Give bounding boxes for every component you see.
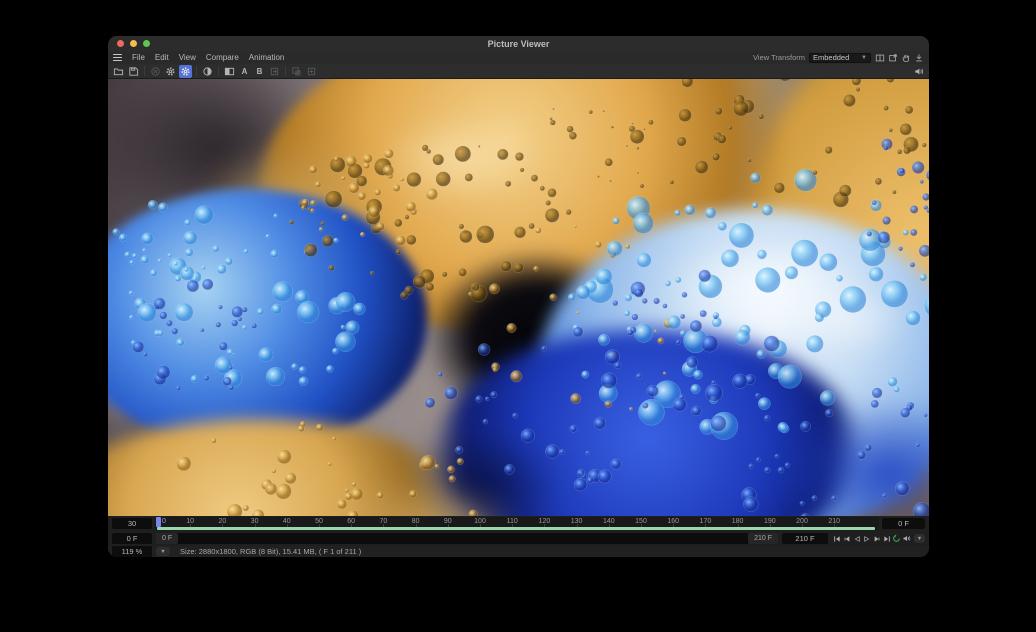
next-frame-button[interactable] [872, 533, 881, 544]
title-bar[interactable]: Picture Viewer [108, 36, 929, 51]
range-row: 0 F 0 F 210 F 210 F ▼ [108, 531, 929, 546]
previous-frame-button[interactable] [842, 533, 851, 544]
image-info-text: Size: 2880x1800, RGB (8 Bit), 15.41 MB, … [180, 547, 361, 556]
a-image-button[interactable]: A [238, 65, 251, 78]
go-to-end-button[interactable] [882, 533, 891, 544]
menu-file[interactable]: File [132, 53, 145, 62]
frame-range-slider[interactable]: 0 F 210 F [156, 533, 778, 544]
timeline-row: 30 1020304050607080901001101201301401501… [108, 516, 929, 531]
hamburger-menu-icon[interactable] [113, 54, 122, 61]
timeline-left-field[interactable]: 30 [112, 518, 152, 529]
status-bar: 119 % ▼ Size: 2880x1800, RGB (8 Bit), 15… [108, 546, 929, 557]
cached-frames-bar [157, 527, 875, 530]
split-view-icon[interactable] [875, 53, 885, 63]
chevron-down-icon: ▼ [861, 55, 867, 61]
sound-icon[interactable] [912, 65, 925, 78]
b-image-button[interactable]: B [253, 65, 266, 78]
go-to-start-button[interactable] [832, 533, 841, 544]
picture-viewer-window: Picture Viewer File Edit View Compare An… [108, 36, 929, 557]
view-transform-value: Embedded [813, 53, 849, 62]
open-new-window-icon[interactable] [888, 53, 898, 63]
menu-animation[interactable]: Animation [249, 53, 285, 62]
play-backwards-button[interactable] [852, 533, 861, 544]
timeline-track[interactable]: 1020304050607080901001101201301401501601… [155, 517, 879, 530]
ab-compare-icon[interactable] [223, 65, 236, 78]
playhead-marker[interactable] [156, 517, 161, 527]
range-start-handle[interactable]: 0 F [156, 533, 178, 544]
copy-button-disabled [290, 65, 303, 78]
save-file-button[interactable] [127, 65, 140, 78]
menu-bar: File Edit View Compare Animation View Tr… [108, 51, 929, 64]
pan-hand-icon[interactable] [901, 53, 911, 63]
view-transform-label: View Transform [753, 53, 805, 62]
dock-panel-icon[interactable] [914, 53, 924, 63]
zoom-dropdown-button[interactable]: ▼ [156, 547, 170, 556]
filter-settings-gear-icon[interactable] [179, 65, 192, 78]
playhead-frame-label: 0 [162, 518, 166, 525]
zoom-level-field[interactable]: 119 % [112, 546, 152, 557]
artwork-bubbles [108, 79, 929, 516]
paste-button-disabled [305, 65, 318, 78]
transport-controls: ▼ [832, 533, 925, 544]
reload-button-disabled [149, 65, 162, 78]
range-end-field[interactable]: 210 F [782, 533, 828, 544]
playback-options-dropdown[interactable]: ▼ [914, 534, 925, 543]
view-transform-dropdown[interactable]: Embedded ▼ [809, 53, 871, 63]
sound-toggle-button[interactable] [902, 533, 911, 544]
play-forwards-button[interactable] [862, 533, 871, 544]
rendered-image-viewport[interactable] [108, 79, 929, 516]
range-start-field[interactable]: 0 F [112, 533, 152, 544]
menu-compare[interactable]: Compare [206, 53, 239, 62]
contrast-icon[interactable] [201, 65, 214, 78]
timeline-right-field[interactable]: 0 F [882, 518, 925, 529]
render-settings-gear-icon[interactable] [164, 65, 177, 78]
window-title: Picture Viewer [108, 39, 929, 49]
range-end-handle[interactable]: 210 F [748, 533, 778, 544]
open-file-button[interactable] [112, 65, 125, 78]
swap-ab-button-disabled [268, 65, 281, 78]
menu-edit[interactable]: Edit [155, 53, 169, 62]
toolbar: A B [108, 64, 929, 79]
menu-view[interactable]: View [179, 53, 196, 62]
loop-playback-button[interactable] [892, 533, 901, 544]
